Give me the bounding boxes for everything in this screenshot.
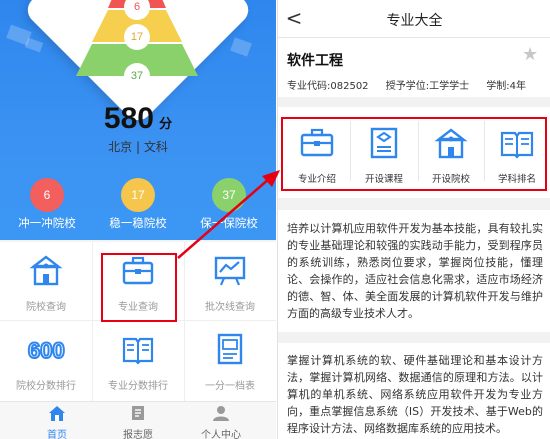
score-display: 580 分 [0,102,276,136]
home-icon [49,406,65,421]
major-requirement-text: 掌握计算机系统的软、硬件基础理论和基本设计方法，掌握计算机网络、数据通信的原理和… [287,354,543,435]
grid-label: 院校查询 [26,302,66,313]
score-unit: 分 [159,117,173,132]
major-degree: 授予学位:工学学士 [385,81,470,92]
home-screen: 6 17 37 580 分 北京 | 文科 6 冲一冲院校 17 稳一稳院校 3… [0,0,276,439]
tab-label: 首页 [47,430,67,439]
chart-board-icon [214,256,246,286]
school-icon [29,255,63,286]
form-icon [132,406,144,420]
document-icon [217,333,243,365]
tier-safe[interactable]: 37 保一保院校 [194,178,264,231]
major-duration: 学制:4年 [486,81,527,92]
tier-count: 37 [212,178,246,212]
major-score-rank-button[interactable]: 专业分数排行 [92,321,184,399]
star-icon[interactable]: ★ [522,45,542,65]
score-table-button[interactable]: 一分一档表 [184,321,276,399]
major-meta: 专业代码:082502 授予学位:工学学士 学制:4年 [287,77,549,92]
book-icon [122,337,154,365]
decor-shape [24,37,44,53]
tier-count: 6 [30,178,64,212]
tab-label: 报志愿 [123,430,153,439]
bottom-tab-bar: 首页 报志愿 个人中心 [0,401,276,439]
decor-shape [230,37,252,57]
school-score-rank-button[interactable]: 600 院校分数排行 [0,321,92,399]
highlight-box [101,253,177,322]
pyramid-badge-bottom: 37 [124,63,150,89]
tab-home[interactable]: 首页 [22,405,92,439]
major-name: 软件工程 [287,53,343,69]
grid-label: 批次线查询 [205,302,255,313]
tier-label: 冲一冲院校 [18,216,76,230]
grid-label: 专业分数排行 [108,381,168,392]
pyramid-badge-mid: 17 [124,24,150,50]
tab-profile[interactable]: 个人中心 [186,405,256,439]
tab-label: 个人中心 [201,430,241,439]
svg-text:600: 600 [28,338,65,363]
score-region-subject: 北京 | 文科 [108,140,168,154]
page-title: 专业大全 [386,13,443,29]
tier-count: 17 [121,178,155,212]
grid-label: 一分一档表 [205,381,255,392]
600-icon: 600 [27,337,66,364]
tier-label: 保一保院校 [200,216,258,230]
batch-line-button[interactable]: 批次线查询 [184,242,276,320]
major-detail-screen: < 专业大全 软件工程 ★ 专业代码:082502 授予学位:工学学士 学制:4… [277,0,550,439]
tier-label: 稳一稳院校 [109,216,167,230]
score-hero: 6 17 37 580 分 北京 | 文科 6 冲一冲院校 17 稳一稳院校 3… [0,0,276,240]
tier-reach[interactable]: 6 冲一冲院校 [12,178,82,231]
major-code: 专业代码:082502 [287,81,369,92]
school-query-button[interactable]: 院校查询 [0,242,92,320]
major-objective-text: 培养以计算机应用软件开发为基本技能，具有较扎实的专业基础理论和较强的实践动手能力… [287,222,543,320]
highlight-box [281,117,547,191]
user-icon [213,406,229,421]
grid-label: 院校分数排行 [16,381,76,392]
tier-match[interactable]: 17 稳一稳院校 [103,178,173,231]
nav-bar: < 专业大全 [278,0,550,38]
score-value: 580 [103,102,154,135]
tab-apply[interactable]: 报志愿 [103,405,173,439]
